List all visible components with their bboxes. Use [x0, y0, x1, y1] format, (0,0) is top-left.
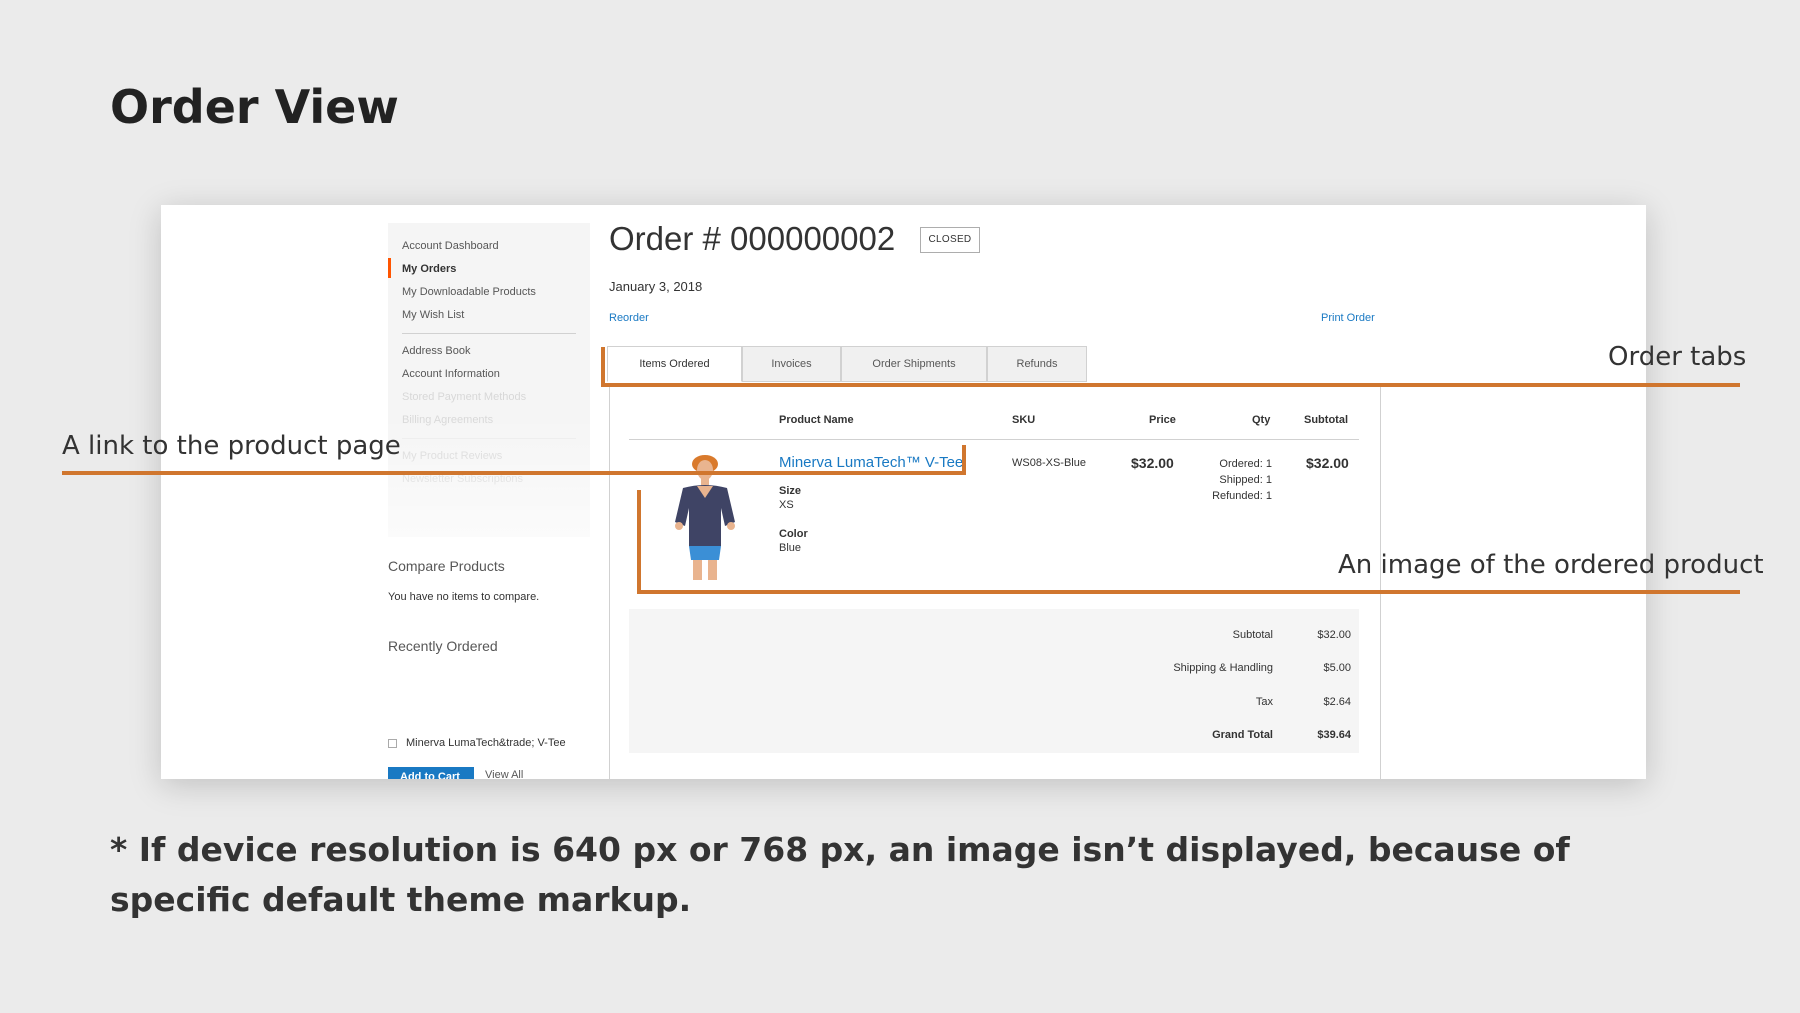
annotation-line-tabs-left — [601, 347, 605, 387]
view-all-link[interactable]: View All — [485, 769, 523, 779]
annotation-product-link: A link to the product page — [62, 431, 401, 461]
nav-my-wish-list[interactable]: My Wish List — [402, 309, 464, 321]
compare-empty-text: You have no items to compare. — [388, 591, 540, 603]
totals-tax-label: Tax — [1255, 696, 1273, 708]
option-size-label: Size — [779, 485, 802, 497]
nav-account-dashboard[interactable]: Account Dashboard — [402, 240, 499, 252]
tab-order-shipments[interactable]: Order Shipments — [841, 346, 987, 382]
product-image[interactable] — [655, 450, 755, 580]
item-sku: WS08-XS-Blue — [1012, 457, 1086, 469]
product-name-link[interactable]: Minerva LumaTech™ V-Tee — [779, 454, 963, 471]
nav-address-book[interactable]: Address Book — [402, 345, 470, 357]
col-qty: Qty — [1252, 414, 1271, 426]
col-subtotal: Subtotal — [1304, 414, 1348, 426]
tab-refunds[interactable]: Refunds — [987, 346, 1087, 382]
annotation-product-image: An image of the ordered product — [1338, 550, 1764, 580]
annotation-line-image — [637, 590, 1740, 594]
col-product-name: Product Name — [779, 414, 854, 426]
print-order-link[interactable]: Print Order — [1321, 312, 1375, 324]
content-border-left — [609, 385, 610, 779]
annotation-line-tabs — [601, 383, 1740, 387]
tab-invoices[interactable]: Invoices — [742, 346, 841, 382]
compare-products-heading: Compare Products — [388, 558, 505, 574]
nav-divider — [402, 438, 576, 439]
col-sku: SKU — [1012, 414, 1036, 426]
nav-my-orders[interactable]: My Orders — [402, 263, 456, 275]
annotation-line-link-right — [962, 445, 966, 475]
slide-title: Order View — [110, 80, 399, 134]
recent-item-label: Minerva LumaTech&trade; V-Tee — [406, 737, 566, 749]
totals-grand-total-label: Grand Total — [1212, 729, 1273, 741]
order-date: January 3, 2018 — [609, 279, 703, 294]
order-view-screenshot: Account Dashboard My Orders My Downloada… — [161, 205, 1646, 779]
nav-account-information[interactable]: Account Information — [402, 368, 500, 380]
tab-items-ordered[interactable]: Items Ordered — [607, 346, 742, 382]
qty-shipped: Shipped: 1 — [1219, 474, 1272, 486]
totals-subtotal-label: Subtotal — [1232, 629, 1273, 641]
totals-shipping-label: Shipping & Handling — [1173, 662, 1273, 674]
totals-grand-total-value: $39.64 — [1317, 729, 1351, 741]
nav-stored-payment-methods[interactable]: Stored Payment Methods — [402, 391, 526, 403]
reorder-link[interactable]: Reorder — [609, 312, 649, 324]
qty-ordered: Ordered: 1 — [1219, 458, 1272, 470]
item-subtotal: $32.00 — [1306, 455, 1349, 471]
option-color-label: Color — [779, 528, 808, 540]
option-size-value: XS — [779, 499, 794, 511]
annotation-line-link — [62, 471, 966, 475]
annotation-order-tabs: Order tabs — [1608, 342, 1747, 372]
order-status-badge: CLOSED — [920, 227, 980, 253]
qty-refunded: Refunded: 1 — [1212, 490, 1272, 502]
col-price: Price — [1149, 414, 1176, 426]
add-to-cart-button[interactable]: Add to Cart — [388, 767, 474, 779]
content-border-right — [1380, 385, 1381, 779]
recently-ordered-heading: Recently Ordered — [388, 638, 498, 654]
annotation-line-image-left — [637, 490, 641, 594]
active-indicator — [388, 258, 391, 278]
slide-footnote: * If device resolution is 640 px or 768 … — [110, 830, 1570, 919]
totals-subtotal-value: $32.00 — [1317, 629, 1351, 641]
recent-item-checkbox[interactable] — [388, 739, 397, 748]
order-tabs: Items Ordered Invoices Order Shipments R… — [607, 346, 1087, 382]
order-totals: Subtotal $32.00 Shipping & Handling $5.0… — [629, 609, 1359, 753]
item-price: $32.00 — [1131, 455, 1174, 471]
table-header-divider — [629, 439, 1359, 440]
account-nav: Account Dashboard My Orders My Downloada… — [388, 223, 590, 537]
totals-tax-value: $2.64 — [1323, 696, 1351, 708]
nav-my-downloadable-products[interactable]: My Downloadable Products — [402, 286, 536, 298]
option-color-value: Blue — [779, 542, 802, 554]
totals-shipping-value: $5.00 — [1323, 662, 1351, 674]
order-title: Order # 000000002 — [609, 220, 896, 257]
nav-my-product-reviews[interactable]: My Product Reviews — [402, 450, 502, 462]
nav-divider — [402, 333, 576, 334]
nav-billing-agreements[interactable]: Billing Agreements — [402, 414, 493, 426]
